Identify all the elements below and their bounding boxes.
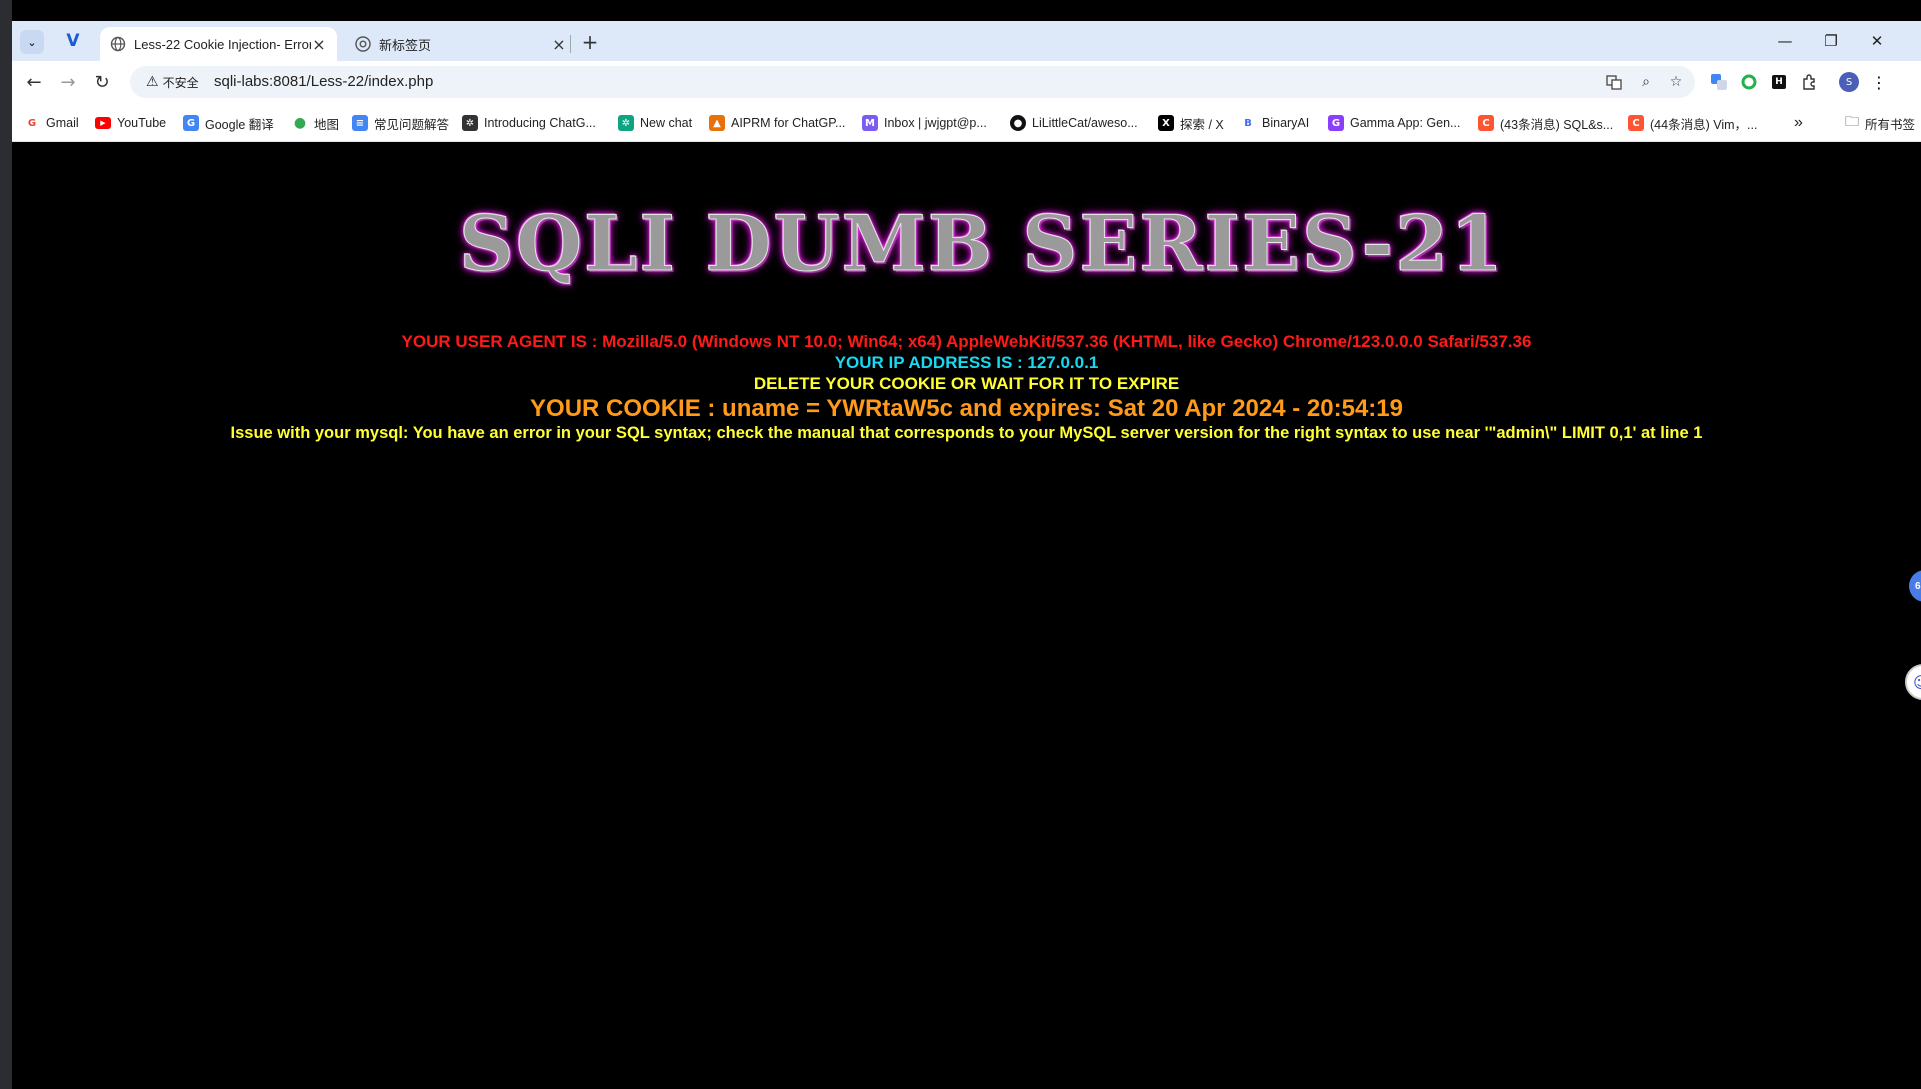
bookmark-label: YouTube (117, 116, 167, 130)
bookmark-label: Gamma App: Gen... (1350, 116, 1461, 130)
bookmarks-bar: G Gmail ▶ YouTube G Google 翻译 ● 地图 ≡ 常见问… (12, 103, 1921, 142)
csdn-icon: C (1628, 115, 1644, 131)
bookmark-youtube[interactable]: ▶ YouTube (95, 114, 166, 132)
bookmark-google-translate[interactable]: G Google 翻译 (183, 114, 274, 132)
bookmark-binaryai[interactable]: B BinaryAI (1240, 114, 1309, 132)
desktop-left-edge (0, 0, 12, 1089)
close-tab-icon[interactable]: × (311, 35, 327, 54)
translate-page-icon[interactable] (1604, 72, 1624, 92)
bookmark-label: (43条消息) SQL&s... (1500, 117, 1614, 132)
bookmark-introducing-chatgpt[interactable]: ✲ Introducing ChatG... (462, 114, 596, 132)
translate-extension-icon[interactable] (1709, 72, 1729, 92)
mail-icon: M (862, 115, 878, 131)
profile-avatar[interactable]: S (1839, 72, 1859, 92)
user-agent-line: YOUR USER AGENT IS : Mozilla/5.0 (Window… (401, 332, 1532, 351)
mysql-error-line: Issue with your mysql: You have an error… (230, 424, 1703, 442)
bookmark-label: Inbox | jwjgpt@p... (884, 116, 987, 130)
gamma-icon: G (1328, 115, 1344, 131)
tab-title: 新标签页 (379, 37, 432, 53)
page-content: SQLI DUMB SERIES-21 YOUR USER AGENT IS :… (12, 142, 1921, 1089)
new-tab-button[interactable]: + (578, 30, 602, 54)
bookmark-faq[interactable]: ≡ 常见问题解答 (352, 114, 449, 132)
translate-icon: G (183, 115, 199, 131)
tab-active[interactable]: Less-22 Cookie Injection- Error × (100, 27, 337, 61)
security-chip[interactable]: ⚠ 不安全 (138, 71, 207, 93)
avatar-initial: S (1839, 72, 1859, 92)
bookmark-gamma[interactable]: G Gamma App: Gen... (1328, 114, 1460, 132)
forward-button[interactable]: → (54, 68, 82, 96)
bookmark-label: 地图 (314, 117, 340, 132)
bookmark-csdn-44[interactable]: C (44条消息) Vim，... (1628, 114, 1757, 132)
banner-title: SQLI DUMB SERIES-21 (459, 198, 1505, 288)
x-icon: X (1158, 115, 1174, 131)
menu-icon[interactable]: ⋮ (1869, 72, 1889, 92)
gmail-icon: G (27, 117, 37, 129)
warning-icon: ⚠ (146, 74, 159, 90)
zoom-icon[interactable]: ⌕ (1636, 72, 1656, 92)
more-bookmarks-icon[interactable]: » (1794, 114, 1803, 132)
back-button[interactable]: ← (20, 68, 48, 96)
delete-cookie-line: DELETE YOUR COOKIE OR WAIT FOR IT TO EXP… (753, 374, 1180, 393)
globe-icon (110, 36, 126, 52)
bookmark-github[interactable]: ● LiLittleCat/aweso... (1010, 114, 1138, 132)
h-extension-icon[interactable]: H (1769, 72, 1789, 92)
bookmark-label: Gmail (46, 116, 79, 130)
chevron-down-icon: ⌄ (27, 35, 37, 49)
bookmark-label: 所有书签 (1865, 117, 1916, 132)
restore-button[interactable]: ❐ (1808, 21, 1854, 61)
close-window-button[interactable]: ✕ (1854, 21, 1900, 61)
folder-icon: 🗀 (1845, 114, 1859, 130)
bookmark-gmail[interactable]: G Gmail (24, 114, 79, 132)
green-extension-icon[interactable] (1739, 72, 1759, 92)
toolbar: ← → ↻ ⚠ 不安全 sqli-labs:8081/Less-22/index… (12, 61, 1921, 103)
browser-window: ⌄ V Less-22 Cookie Injection- Error × 新标… (12, 21, 1921, 142)
screen-top-edge (0, 0, 1921, 21)
address-bar[interactable]: ⚠ 不安全 sqli-labs:8081/Less-22/index.php ⌕… (130, 66, 1695, 98)
aiprm-icon: ▲ (709, 115, 725, 131)
bookmark-aiprm[interactable]: ▲ AIPRM for ChatGP... (709, 114, 845, 132)
bookmark-new-chat[interactable]: ✲ New chat (618, 114, 692, 132)
csdn-icon: C (1478, 115, 1494, 131)
bookmark-label: (44条消息) Vim，... (1650, 117, 1758, 132)
docs-icon: ≡ (352, 115, 368, 131)
tab-strip: ⌄ V Less-22 Cookie Injection- Error × 新标… (12, 21, 1921, 61)
binaryai-icon: B (1244, 117, 1252, 129)
bookmark-label: AIPRM for ChatGP... (731, 116, 846, 130)
url-text[interactable]: sqli-labs:8081/Less-22/index.php (214, 73, 433, 90)
bookmark-label: New chat (640, 116, 693, 130)
maps-icon: ● (293, 115, 307, 131)
youtube-icon: ▶ (95, 117, 111, 129)
bookmark-maps[interactable]: ● 地图 (292, 114, 339, 132)
tab-search-button[interactable]: ⌄ (20, 30, 44, 54)
tab-new-tab[interactable]: 新标签页 × (345, 27, 577, 61)
vpn-extension-icon[interactable]: V (62, 30, 84, 52)
security-label: 不安全 (162, 75, 199, 90)
openai-icon: ✲ (462, 115, 478, 131)
assistant-bot-icon[interactable]: ☺ (1905, 664, 1921, 700)
bookmark-label: 探索 / X (1180, 117, 1224, 132)
extensions-puzzle-icon[interactable] (1799, 72, 1819, 92)
bookmark-label: 常见问题解答 (374, 117, 450, 132)
github-icon: ● (1010, 115, 1026, 131)
chrome-icon (355, 36, 371, 52)
cookie-line: YOUR COOKIE : uname = YWRtaW5c and expir… (530, 395, 1403, 422)
chatgpt-icon: ✲ (618, 115, 634, 131)
reload-button[interactable]: ↻ (88, 68, 116, 96)
all-bookmarks-folder[interactable]: 🗀 所有书签 (1845, 114, 1915, 132)
bookmark-label: Google 翻译 (205, 117, 274, 132)
bookmark-label: Introducing ChatG... (484, 116, 596, 130)
bookmark-star-icon[interactable]: ☆ (1666, 72, 1686, 92)
close-tab-icon[interactable]: × (551, 35, 567, 54)
bookmark-label: BinaryAI (1262, 116, 1310, 130)
bookmark-label: LiLittleCat/aweso... (1032, 116, 1138, 130)
minimize-button[interactable]: — (1762, 21, 1808, 61)
tab-separator (570, 35, 571, 53)
bookmark-x[interactable]: X 探索 / X (1158, 114, 1224, 132)
ip-address-line: YOUR IP ADDRESS IS : 127.0.0.1 (834, 353, 1099, 372)
bookmark-csdn-43[interactable]: C (43条消息) SQL&s... (1478, 114, 1613, 132)
tab-title: Less-22 Cookie Injection- Error (134, 36, 311, 52)
bookmark-inbox[interactable]: M Inbox | jwjgpt@p... (862, 114, 987, 132)
side-float-badge[interactable]: 65f (1909, 570, 1921, 602)
banner: SQLI DUMB SERIES-21 (459, 198, 1504, 288)
